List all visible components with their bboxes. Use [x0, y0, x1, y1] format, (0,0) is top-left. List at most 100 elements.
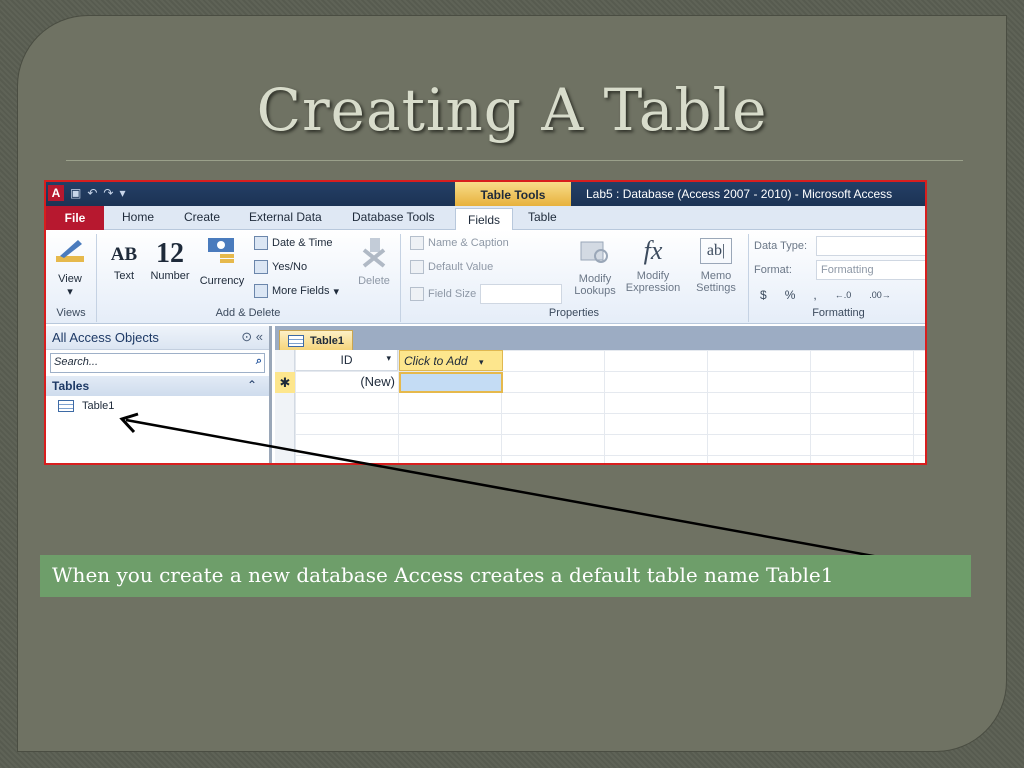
checkbox-icon: [254, 260, 268, 274]
table-tools-context: Table Tools: [455, 182, 571, 206]
tab-create[interactable]: Create: [184, 210, 220, 224]
tab-external-data[interactable]: External Data: [249, 210, 322, 224]
shutter-bar-icon[interactable]: «: [256, 329, 263, 344]
date-time-label: Date & Time: [272, 237, 333, 249]
column-header-id[interactable]: ID ▾: [296, 350, 398, 371]
yes-no-button[interactable]: Yes/No: [254, 260, 307, 274]
name-caption-button[interactable]: Name & Caption: [410, 236, 509, 250]
view-dropdown-icon: ▾: [67, 286, 73, 298]
comma-format-button[interactable]: ,: [813, 288, 816, 302]
text-field-icon: AB: [110, 244, 138, 265]
decrease-decimals-icon[interactable]: .00→: [869, 290, 891, 300]
yes-no-label: Yes/No: [272, 261, 308, 273]
currency-field-button[interactable]: Currency: [196, 236, 248, 287]
view-label: View: [58, 273, 82, 285]
nav-pane-title: All Access Objects: [52, 330, 159, 345]
customize-toolbar-icon[interactable]: ▾: [119, 186, 125, 200]
document-area: Table1 ID ▾ Click to Add ▾ ✱ (New): [275, 326, 925, 463]
group-views-label: Views: [56, 307, 86, 319]
access-window: A ▣ ↶ ↷ ▾ Table Tools Lab5 : Database (A…: [44, 180, 927, 465]
doc-tab-label: Table1: [310, 334, 345, 347]
nav-group-label: Tables: [52, 379, 90, 393]
tab-database-tools[interactable]: Database Tools: [352, 210, 435, 224]
navigation-pane: All Access Objects ⊙ « Search... ⌕ Table…: [46, 326, 272, 463]
field-size-input[interactable]: [480, 284, 563, 304]
nav-search-input[interactable]: Search... ⌕: [50, 353, 265, 373]
function-icon: fx: [643, 236, 663, 265]
group-formatting-label: Formatting: [812, 307, 865, 319]
doc-tab-table1[interactable]: Table1: [279, 330, 354, 350]
number-field-button[interactable]: 12 Number: [146, 238, 194, 282]
new-record-id-cell[interactable]: (New): [296, 372, 398, 393]
window-title: Lab5 : Database (Access 2007 - 2010) - M…: [586, 187, 893, 201]
chevron-down-icon[interactable]: ▾: [386, 353, 391, 364]
column-id-label: ID: [340, 353, 353, 367]
nav-item-label: Table1: [82, 400, 115, 412]
more-fields-dropdown-icon: ▾: [333, 285, 339, 298]
name-caption-icon: [410, 236, 424, 250]
column-header-click-to-add[interactable]: Click to Add ▾: [399, 350, 503, 371]
access-app-icon[interactable]: A: [48, 185, 64, 201]
save-icon[interactable]: ▣: [70, 186, 81, 200]
number-label: Number: [150, 270, 190, 282]
caption-box: When you create a new database Access cr…: [40, 555, 971, 597]
more-fields-label: More Fields: [272, 285, 330, 297]
group-add-delete-label: Add & Delete: [215, 307, 281, 319]
text-field-button[interactable]: AB Text: [106, 244, 142, 282]
more-fields-icon: [254, 284, 268, 298]
record-selector-column: [275, 350, 295, 463]
currency-format-button[interactable]: $: [760, 288, 767, 302]
memo-icon: ab|: [700, 238, 732, 264]
click-to-add-label: Click to Add: [404, 354, 468, 368]
redo-icon[interactable]: ↷: [103, 186, 113, 200]
delete-field-button[interactable]: Delete: [352, 236, 396, 287]
more-fields-button[interactable]: More Fields ▾: [254, 284, 339, 298]
delete-icon: [352, 236, 396, 271]
tab-fields[interactable]: Fields: [455, 208, 514, 231]
data-type-select[interactable]: [816, 236, 925, 256]
date-time-button[interactable]: Date & Time: [254, 236, 333, 250]
increase-decimals-icon[interactable]: ←.0: [835, 290, 852, 300]
search-icon[interactable]: ⌕: [256, 355, 262, 368]
tab-table[interactable]: Table: [528, 210, 557, 224]
modify-expression-label-1: Modify: [636, 270, 670, 282]
tab-home[interactable]: Home: [122, 210, 154, 224]
ribbon-tabs: File Home Create External Data Database …: [46, 206, 925, 231]
new-record-marker: ✱: [275, 372, 295, 393]
table-icon: [288, 334, 304, 347]
view-button[interactable]: View ▾: [50, 236, 90, 298]
undo-icon[interactable]: ↶: [87, 186, 97, 200]
selected-cell[interactable]: [399, 372, 503, 393]
calendar-icon: [254, 236, 268, 250]
datasheet-grid: ID ▾ Click to Add ▾ ✱ (New): [275, 350, 925, 463]
tab-file[interactable]: File: [46, 206, 104, 230]
nav-group-tables[interactable]: Tables ⌃: [46, 376, 269, 396]
default-value-label: Default Value: [428, 261, 494, 273]
modify-lookups-label-2: Lookups: [574, 285, 616, 297]
collapse-icon[interactable]: ⌃: [247, 378, 257, 392]
search-placeholder: Search...: [54, 356, 99, 368]
nav-pane-header[interactable]: All Access Objects ⊙ «: [46, 326, 269, 350]
name-caption-label: Name & Caption: [428, 237, 509, 249]
default-value-icon: [410, 260, 424, 274]
modify-lookups-icon: [570, 236, 620, 269]
nav-item-table1[interactable]: Table1: [46, 396, 269, 416]
group-properties-label: Properties: [548, 307, 600, 319]
memo-settings-label-2: Settings: [696, 282, 736, 294]
percent-format-button[interactable]: %: [785, 288, 796, 302]
field-size-control: Field Size: [410, 284, 563, 304]
modify-lookups-button[interactable]: Modify Lookups: [570, 236, 620, 297]
default-value-button[interactable]: Default Value: [410, 260, 493, 274]
currency-label: Currency: [199, 275, 245, 287]
format-select[interactable]: Formatting: [816, 260, 925, 280]
slide-title: Creating A Table: [256, 76, 768, 144]
quick-access-toolbar: A ▣ ↶ ↷ ▾: [48, 185, 126, 201]
field-size-label: Field Size: [428, 288, 477, 300]
modify-lookups-label-1: Modify: [578, 273, 612, 285]
nav-menu-icon[interactable]: ⊙: [241, 329, 252, 344]
number-field-icon: 12: [156, 238, 184, 269]
chevron-down-icon[interactable]: ▾: [479, 357, 484, 367]
memo-settings-button[interactable]: ab| Memo Settings: [688, 236, 744, 294]
title-bar: A ▣ ↶ ↷ ▾ Table Tools Lab5 : Database (A…: [46, 182, 925, 206]
modify-expression-button[interactable]: fx Modify Expression: [622, 236, 684, 294]
